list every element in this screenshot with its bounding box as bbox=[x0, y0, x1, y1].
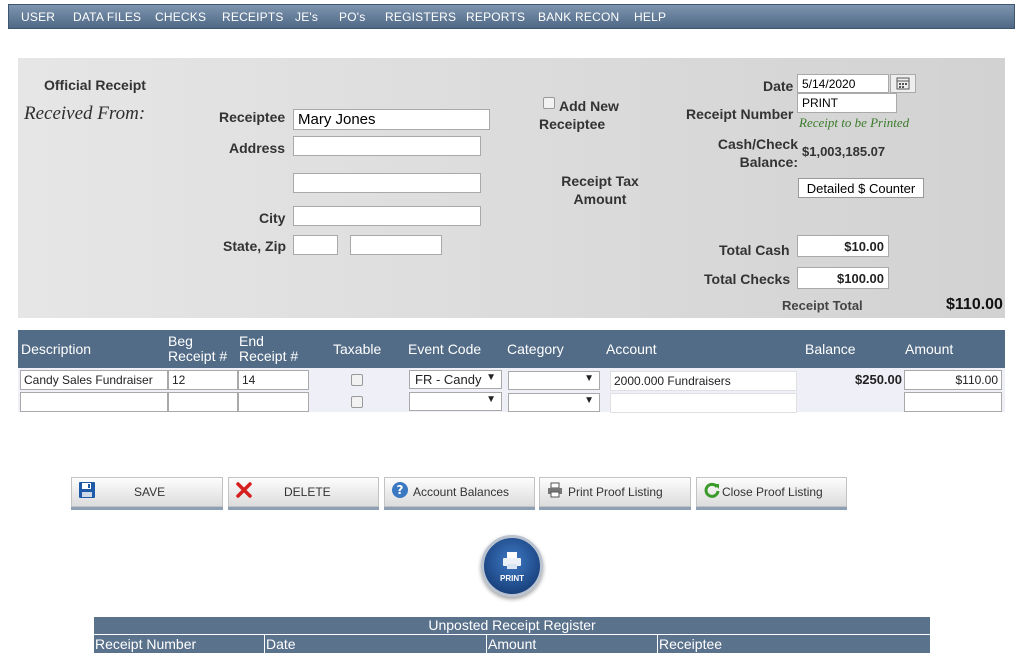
row2-end-receipt-input[interactable] bbox=[238, 392, 309, 412]
state-input[interactable] bbox=[293, 235, 338, 255]
receiptee-label: Receiptee bbox=[219, 109, 286, 125]
total-checks-label: Total Checks bbox=[704, 271, 791, 287]
col-amount: Amount bbox=[905, 341, 954, 357]
register-col-receiptee: Receiptee bbox=[657, 635, 723, 653]
cash-check-balance-value: $1,003,185.07 bbox=[802, 144, 886, 159]
receipt-number-input[interactable] bbox=[797, 93, 897, 113]
total-cash-label: Total Cash bbox=[719, 242, 790, 258]
nav-checks[interactable]: CHECKS bbox=[155, 10, 206, 24]
row2-taxable-checkbox[interactable] bbox=[351, 396, 363, 408]
row2-event-code-select[interactable]: ▼ bbox=[409, 392, 502, 411]
nav-bank-recon[interactable]: BANK RECON bbox=[538, 10, 619, 24]
row1-description-input[interactable]: Candy Sales Fundraiser bbox=[20, 370, 168, 390]
detailed-counter-button[interactable]: Detailed $ Counter bbox=[798, 178, 924, 198]
line-items-header: Description Beg Receipt # End Receipt # … bbox=[18, 330, 1005, 368]
col-taxable: Taxable bbox=[333, 341, 382, 357]
col-beg-receipt-line2: Receipt # bbox=[168, 348, 228, 364]
nav-help[interactable]: HELP bbox=[634, 10, 666, 24]
register-col-receipt-number: Receipt Number bbox=[95, 636, 197, 652]
row1-event-code-value: FR - Candy bbox=[415, 372, 482, 387]
chevron-down-icon: ▼ bbox=[584, 395, 594, 406]
cash-check-balance-label: Cash/Check Balance: bbox=[717, 136, 798, 170]
print-button[interactable]: PRINT bbox=[481, 535, 543, 597]
unposted-receipt-register-title: Unposted Receipt Register bbox=[94, 617, 930, 634]
received-from-heading: Received From: bbox=[24, 103, 146, 124]
add-new-receiptee-label: Add New Receiptee bbox=[539, 98, 619, 132]
printer-icon bbox=[546, 481, 564, 502]
nav-reports[interactable]: REPORTS bbox=[466, 10, 525, 24]
calendar-icon[interactable] bbox=[890, 74, 916, 93]
row2-account-field bbox=[610, 393, 797, 413]
receipt-to-be-printed-note: Receipt to be Printed bbox=[799, 115, 910, 130]
nav-receipts[interactable]: RECEIPTS bbox=[222, 10, 284, 24]
receipt-total-label: Receipt Total bbox=[782, 298, 863, 313]
zip-input[interactable] bbox=[350, 235, 442, 255]
row1-category-select[interactable]: ▼ bbox=[508, 371, 600, 390]
col-end-receipt-line1: End bbox=[239, 333, 264, 349]
row1-taxable-checkbox[interactable] bbox=[351, 374, 363, 386]
save-button[interactable]: SAVE bbox=[71, 477, 223, 507]
red-x-icon bbox=[235, 481, 253, 502]
register-col-date: Date bbox=[264, 635, 296, 653]
total-checks-value[interactable]: $100.00 bbox=[797, 267, 889, 289]
nav-registers[interactable]: REGISTERS bbox=[385, 10, 456, 24]
floppy-disk-icon bbox=[78, 481, 96, 502]
print-proof-listing-button[interactable]: Print Proof Listing bbox=[539, 477, 691, 507]
receipt-tax-amount-label: Receipt Tax Amount bbox=[561, 173, 639, 207]
save-label: SAVE bbox=[134, 485, 166, 499]
row1-balance-value: $250.00 bbox=[855, 372, 902, 387]
row2-amount-input[interactable] bbox=[904, 392, 1002, 412]
chevron-down-icon: ▼ bbox=[486, 394, 496, 405]
address-line2-input[interactable] bbox=[293, 173, 481, 193]
register-col-amount: Amount bbox=[486, 635, 537, 653]
city-label: City bbox=[259, 210, 286, 226]
state-zip-label: State, Zip bbox=[223, 238, 287, 254]
receiptee-input[interactable] bbox=[293, 109, 490, 130]
date-input[interactable] bbox=[797, 74, 889, 93]
row2-description-input[interactable] bbox=[20, 392, 168, 412]
row1-beg-receipt-input[interactable]: 12 bbox=[168, 370, 238, 390]
print-proof-listing-label: Print Proof Listing bbox=[568, 485, 663, 499]
address-label: Address bbox=[229, 140, 286, 156]
total-cash-value[interactable]: $10.00 bbox=[797, 235, 889, 257]
city-input[interactable] bbox=[293, 206, 481, 226]
row1-account-field: 2000.000 Fundraisers bbox=[610, 371, 797, 391]
delete-button[interactable]: DELETE bbox=[228, 477, 379, 507]
nav-data-files[interactable]: DATA FILES bbox=[73, 10, 141, 24]
col-event-code: Event Code bbox=[408, 341, 482, 357]
receipt-total-value: $110.00 bbox=[946, 296, 1003, 313]
delete-label: DELETE bbox=[284, 485, 331, 499]
row2-category-select[interactable]: ▼ bbox=[508, 393, 600, 412]
col-balance: Balance bbox=[805, 341, 856, 357]
nav-jes[interactable]: JE's bbox=[295, 10, 318, 24]
refresh-icon bbox=[703, 481, 721, 502]
help-circle-icon: ? bbox=[391, 481, 409, 502]
col-account: Account bbox=[606, 341, 657, 357]
top-nav: USER DATA FILES CHECKS RECEIPTS JE's PO'… bbox=[8, 4, 1015, 29]
address-line1-input[interactable] bbox=[293, 136, 481, 156]
col-category: Category bbox=[507, 341, 564, 357]
nav-pos[interactable]: PO's bbox=[339, 10, 365, 24]
account-balances-button[interactable]: ? Account Balances bbox=[384, 477, 535, 507]
receipt-number-label: Receipt Number bbox=[686, 106, 794, 122]
chevron-down-icon: ▼ bbox=[584, 373, 594, 384]
account-balances-label: Account Balances bbox=[413, 485, 510, 499]
col-description: Description bbox=[21, 341, 92, 357]
close-proof-listing-button[interactable]: Close Proof Listing bbox=[696, 477, 847, 507]
row1-event-code-select[interactable]: FR - Candy ▼ bbox=[409, 370, 502, 389]
close-proof-listing-label: Close Proof Listing bbox=[722, 485, 823, 499]
row1-end-receipt-input[interactable]: 14 bbox=[238, 370, 309, 390]
nav-user[interactable]: USER bbox=[21, 10, 55, 24]
print-label: PRINT bbox=[500, 574, 524, 583]
row2-beg-receipt-input[interactable] bbox=[168, 392, 238, 412]
col-beg-receipt-line1: Beg bbox=[168, 333, 193, 349]
chevron-down-icon: ▼ bbox=[486, 372, 496, 383]
row1-amount-input[interactable]: $110.00 bbox=[904, 370, 1002, 390]
register-header: Receipt Number Date Amount Receiptee bbox=[94, 635, 930, 653]
official-receipt-title: Official Receipt bbox=[44, 77, 146, 93]
printer-icon bbox=[501, 550, 523, 575]
svg-text:?: ? bbox=[397, 483, 404, 497]
col-end-receipt-line2: Receipt # bbox=[239, 348, 299, 364]
date-label: Date bbox=[763, 78, 794, 94]
